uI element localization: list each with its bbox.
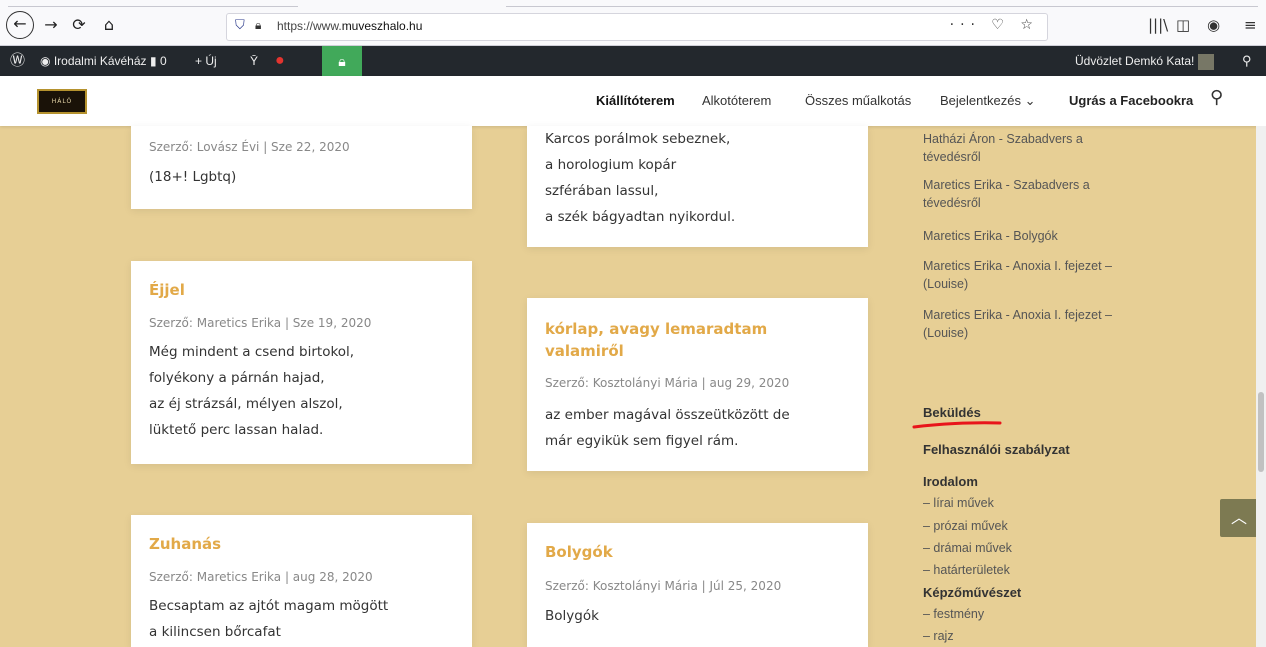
post-meta: Szerző: Maretics Erika | aug 28, 2020 <box>149 570 373 584</box>
nav-bejelentkezes[interactable]: Bejelentkezés ⌄ <box>940 93 1035 109</box>
wp-admin-bar: Ⓦ ◉ Irodalmi Kávéház ▮ 0 + Új Ȳ ● 🔒︎ Üdv… <box>0 46 1266 76</box>
post-meta: Szerző: Kosztolányi Mária | aug 29, 2020 <box>545 376 790 390</box>
post-excerpt: az ember magával összeütközött de már eg… <box>545 407 790 449</box>
irodalom-heading[interactable]: Irodalom <box>923 474 978 489</box>
ssl-lock-icon[interactable]: 🔒︎ <box>322 46 362 76</box>
nav-facebook[interactable]: Ugrás a Facebookra <box>1069 93 1193 108</box>
sidebar-icon[interactable]: ◫ <box>1176 16 1190 34</box>
browser-toolbar: ← → ⟳ ⌂ ⛉ 🔒︎ https://www.muveszhalo.hu ·… <box>0 0 1266 46</box>
post-card[interactable]: Éjjel Szerző: Maretics Erika | Sze 19, 2… <box>131 261 472 464</box>
post-excerpt: Karcos porálmok sebeznek, a horologium k… <box>545 131 736 225</box>
post-excerpt: Bolygók <box>545 608 599 624</box>
library-icon[interactable]: |||\ <box>1148 16 1168 34</box>
post-title[interactable]: Éjjel <box>149 279 185 301</box>
recent-post-link[interactable]: Maretics Erika - Bolygók <box>923 227 1113 245</box>
forward-button[interactable]: → <box>40 14 62 36</box>
post-title[interactable]: Bolygók <box>545 541 613 563</box>
post-card[interactable]: Szerző: Lovász Évi | Sze 22, 2020 (18+! … <box>131 126 472 209</box>
post-card[interactable]: Bolygók Szerző: Kosztolányi Mária | Júl … <box>527 523 868 647</box>
post-title[interactable]: kórlap, avagy lemaradtam valamiről <box>545 318 767 362</box>
site-logo[interactable]: HÁLÓ <box>37 89 87 114</box>
menu-icon[interactable]: ≡ <box>1244 16 1257 34</box>
kepzomuveszet-heading[interactable]: Képzőművészet <box>923 585 1021 600</box>
post-card[interactable]: Karcos porálmok sebeznek, a horologium k… <box>527 126 868 247</box>
post-card[interactable]: kórlap, avagy lemaradtam valamiről Szerz… <box>527 298 868 471</box>
reload-button[interactable]: ⟳ <box>68 14 90 36</box>
scroll-to-top-button[interactable]: ︿ <box>1220 499 1258 537</box>
red-underline-annotation <box>912 421 1002 429</box>
scrollbar[interactable] <box>1256 126 1266 647</box>
record-icon[interactable]: ● <box>275 46 285 76</box>
user-greeting[interactable]: Üdvözlet Demkó Kata! <box>1075 46 1215 76</box>
post-excerpt: (18+! Lgbtq) <box>149 169 237 185</box>
post-title[interactable]: Zuhanás <box>149 533 221 555</box>
category-link[interactable]: – lírai művek <box>923 496 994 510</box>
comments-link[interactable]: ▮ 0 <box>150 46 167 76</box>
post-excerpt: Még mindent a csend birtokol, folyékony … <box>149 344 355 438</box>
category-link[interactable]: – határterületek <box>923 563 1010 577</box>
search-icon[interactable]: ⚲ <box>1210 87 1223 108</box>
chevron-down-icon: ⌄ <box>1024 93 1036 108</box>
new-link[interactable]: + Új <box>195 46 217 76</box>
post-meta: Szerző: Kosztolányi Mária | Júl 25, 2020 <box>545 579 782 593</box>
scrollbar-thumb[interactable] <box>1258 392 1264 472</box>
search-icon[interactable]: ⚲ <box>1242 46 1252 76</box>
wordpress-icon[interactable]: Ⓦ <box>10 46 25 76</box>
szabalyzat-link[interactable]: Felhasználói szabályzat <box>923 442 1070 457</box>
tab-strip <box>8 6 1258 7</box>
category-link[interactable]: – prózai művek <box>923 519 1008 533</box>
avatar <box>1198 53 1215 70</box>
recent-post-link[interactable]: Hatházi Áron - Szabadvers a tévedésről <box>923 130 1113 166</box>
recent-post-link[interactable]: Maretics Erika - Szabadvers a tévedésről <box>923 176 1113 212</box>
nav-kiallitoterem[interactable]: Kiállítóterem <box>596 93 675 108</box>
recent-post-link[interactable]: Maretics Erika - Anoxia I. fejezet – (Lo… <box>923 306 1113 342</box>
nav-alkototerem[interactable]: Alkotóterem <box>702 93 771 108</box>
bekuldes-link[interactable]: Beküldés <box>923 405 981 420</box>
category-link[interactable]: – drámai művek <box>923 541 1012 555</box>
post-meta: Szerző: Lovász Évi | Sze 22, 2020 <box>149 140 350 154</box>
account-icon[interactable]: ◉ <box>1207 16 1220 34</box>
back-button[interactable]: ← <box>6 11 34 39</box>
url-bar[interactable]: ⛉ 🔒︎ https://www.muveszhalo.hu ··· ♡ ☆ <box>226 13 1048 41</box>
yoast-icon[interactable]: Ȳ <box>250 46 258 76</box>
shield-icon[interactable]: ⛉ <box>235 18 245 33</box>
site-header: HÁLÓ Kiállítóterem Alkotóterem Összes mű… <box>0 76 1266 126</box>
home-icon[interactable]: ⌂ <box>98 14 120 36</box>
lock-icon[interactable]: 🔒︎ <box>255 18 261 33</box>
recent-post-link[interactable]: Maretics Erika - Anoxia I. fejezet – (Lo… <box>923 257 1113 293</box>
nav-osszes-mualkotas[interactable]: Összes műalkotás <box>805 93 911 108</box>
category-link[interactable]: – rajz <box>923 629 954 643</box>
post-meta: Szerző: Maretics Erika | Sze 19, 2020 <box>149 316 372 330</box>
url-text[interactable]: https://www.muveszhalo.hu <box>277 19 422 33</box>
page-actions[interactable]: ··· ♡ ☆ <box>950 17 1039 33</box>
post-excerpt: Becsaptam az ajtót magam mögött a kilinc… <box>149 598 389 640</box>
post-card[interactable]: Zuhanás Szerző: Maretics Erika | aug 28,… <box>131 515 472 647</box>
category-link[interactable]: – festmény <box>923 607 984 621</box>
site-name-link[interactable]: ◉ Irodalmi Kávéház <box>40 46 147 76</box>
